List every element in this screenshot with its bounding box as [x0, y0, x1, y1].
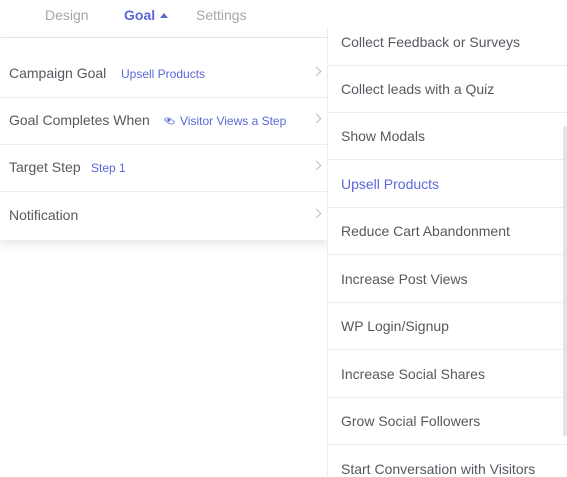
notification-label: Notification	[9, 207, 79, 223]
target-step-row[interactable]: Target Step Step 1	[0, 145, 330, 192]
goal-option-upsell-products[interactable]: Upsell Products	[328, 161, 567, 208]
campaign-goal-dropdown[interactable]: Collect Feedback or Surveys Collect lead…	[327, 28, 567, 477]
chevron-right-icon	[311, 208, 322, 219]
notification-row[interactable]: Notification	[0, 193, 330, 240]
goal-option-label: Increase Social Shares	[341, 366, 485, 382]
caret-up-icon	[160, 13, 169, 18]
goal-option-increase-post-views[interactable]: Increase Post Views	[328, 256, 567, 303]
goal-completes-row[interactable]: Goal Completes When Visitor Views a Step	[0, 98, 330, 145]
goal-settings-panel: Campaign Goal Upsell Products Goal Compl…	[0, 38, 330, 240]
tab-goal[interactable]: Goal	[124, 7, 169, 23]
dropdown-scrollbar[interactable]	[563, 126, 567, 436]
goal-option-collect-feedback[interactable]: Collect Feedback or Surveys	[328, 28, 567, 66]
tab-goal-label: Goal	[124, 7, 156, 23]
goal-option-label: Reduce Cart Abandonment	[341, 223, 510, 239]
goal-completes-value: Visitor Views a Step	[163, 114, 286, 128]
goal-option-label: Show Modals	[341, 128, 426, 144]
goal-option-collect-leads-quiz[interactable]: Collect leads with a Quiz	[328, 66, 567, 113]
goal-option-start-conversation[interactable]: Start Conversation with Visitors	[328, 446, 567, 477]
goal-option-label: Start Conversation with Visitors	[341, 461, 536, 477]
goal-completes-label: Goal Completes When	[9, 112, 150, 128]
goal-option-reduce-cart-abandonment[interactable]: Reduce Cart Abandonment	[328, 208, 567, 255]
goal-settings-page: Design Goal Settings Campaign Goal Upsel…	[0, 0, 567, 477]
goal-option-label: Collect leads with a Quiz	[341, 81, 495, 97]
tab-settings[interactable]: Settings	[196, 7, 247, 23]
goal-completes-value-text: Visitor Views a Step	[180, 114, 287, 128]
campaign-goal-row[interactable]: Campaign Goal Upsell Products	[0, 51, 330, 98]
tab-design[interactable]: Design	[45, 7, 89, 23]
goal-option-increase-social-shares[interactable]: Increase Social Shares	[328, 351, 567, 398]
goal-option-label: Collect Feedback or Surveys	[341, 34, 520, 50]
target-step-value: Step 1	[91, 161, 126, 175]
goal-option-label: Increase Post Views	[341, 271, 468, 287]
goal-option-show-modals[interactable]: Show Modals	[328, 113, 567, 160]
goal-option-wp-login-signup[interactable]: WP Login/Signup	[328, 303, 567, 350]
eye-icon	[163, 115, 176, 127]
chevron-right-icon	[311, 160, 322, 171]
campaign-goal-value: Upsell Products	[121, 67, 206, 81]
goal-option-label: Upsell Products	[341, 176, 440, 192]
goal-option-grow-social-followers[interactable]: Grow Social Followers	[328, 398, 567, 445]
campaign-goal-label: Campaign Goal	[9, 65, 107, 81]
chevron-right-icon	[311, 113, 322, 124]
goal-option-label: WP Login/Signup	[341, 318, 449, 334]
chevron-right-icon	[311, 66, 322, 77]
target-step-label: Target Step	[9, 159, 81, 175]
goal-option-label: Grow Social Followers	[341, 413, 481, 429]
